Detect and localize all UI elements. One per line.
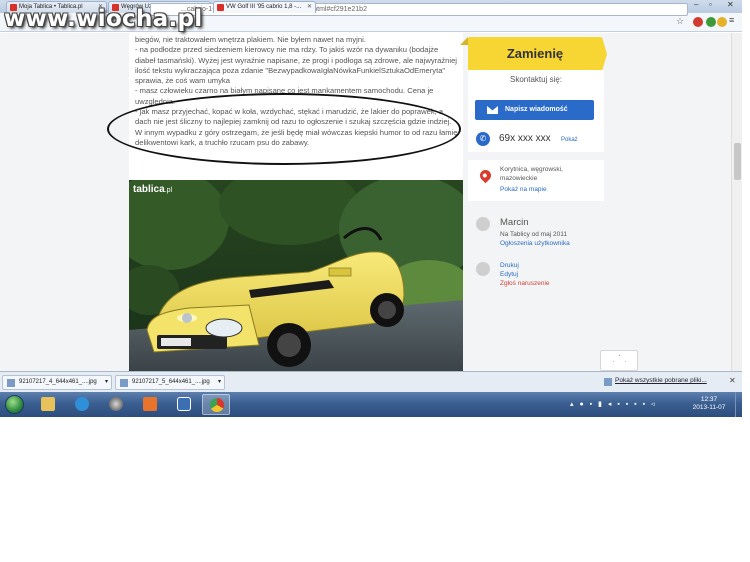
- show-desktop-button[interactable]: [735, 392, 742, 417]
- page-content: biegów, nie traktowałem wnętrza plakiem.…: [0, 33, 742, 371]
- clock-time: 12:37: [700, 396, 718, 403]
- photo-logo-suffix: .pl: [164, 187, 173, 194]
- taskbar-app[interactable]: [170, 394, 198, 415]
- contact-title: Skontaktuj się:: [509, 75, 563, 84]
- folder-icon: [41, 397, 55, 411]
- close-icon[interactable]: ✕: [729, 376, 736, 385]
- user-since: Na Tablicy od maj 2011: [500, 231, 567, 238]
- phone-number: 69x xxx xxx: [499, 133, 551, 144]
- location-text: Korytnica, węgrowski, mazowieckie: [500, 166, 600, 183]
- close-icon[interactable]: ✕: [307, 2, 312, 13]
- taskbar-ie[interactable]: [68, 394, 96, 415]
- extension-green-icon[interactable]: [706, 17, 716, 27]
- contact-box: Skontaktuj się: Napisz wiadomość ✆ 69x x…: [468, 70, 604, 152]
- exchange-label: Zamienię: [506, 46, 564, 61]
- star-icon[interactable]: ☆: [676, 16, 684, 27]
- downloads-icon: [604, 378, 612, 386]
- scrollbar-thumb[interactable]: [734, 143, 741, 180]
- actions-box: Drukuj Edytuj Zgłoś naruszenie: [468, 260, 604, 300]
- show-phone-link[interactable]: Pokaż: [561, 137, 578, 143]
- vertical-scrollbar[interactable]: [731, 33, 742, 371]
- chevron-down-icon[interactable]: ▾: [218, 376, 221, 389]
- taskbar-explorer[interactable]: [34, 394, 62, 415]
- user-ads-link[interactable]: Ogłoszenia użytkownika: [500, 240, 570, 247]
- downloads-bar: 92107217_4_644x461_....jpg ▾ 92107217_5_…: [0, 371, 742, 392]
- user-box: Marcin Na Tablicy od maj 2011 Ogłoszenia…: [468, 209, 604, 259]
- download-filename: 92107217_5_644x461_....jpg: [132, 379, 210, 385]
- envelope-icon: [487, 106, 498, 114]
- user-name: Marcin: [500, 217, 529, 228]
- location-line: mazowieckie: [500, 174, 538, 182]
- scroll-to-top-button[interactable]: [600, 350, 638, 371]
- write-message-button[interactable]: Napisz wiadomość: [475, 100, 594, 120]
- photo-logo-text: tablica: [133, 184, 165, 195]
- chevron-down-icon[interactable]: ▾: [105, 376, 108, 389]
- start-button[interactable]: [5, 395, 24, 414]
- location-line: Korytnica, węgrowski,: [500, 166, 563, 173]
- download-item[interactable]: 92107217_4_644x461_....jpg ▾: [2, 375, 112, 390]
- office-icon: [143, 397, 157, 411]
- tablica-favicon-icon: [217, 4, 224, 11]
- phone-icon: ✆: [476, 132, 490, 146]
- extension-stop-icon[interactable]: [693, 17, 703, 27]
- taskbar-media[interactable]: [102, 394, 130, 415]
- location-box: Korytnica, węgrowski, mazowieckie Pokaż …: [468, 160, 604, 201]
- extension-yellow-icon[interactable]: [717, 17, 727, 27]
- write-message-label: Napisz wiadomość: [505, 106, 568, 113]
- internet-explorer-icon: [75, 397, 89, 411]
- menu-icon[interactable]: ≡: [729, 15, 734, 25]
- show-all-downloads-link[interactable]: Pokaż wszystkie pobrane pliki...: [615, 377, 707, 384]
- clock[interactable]: 12:37 2013-11-07: [690, 396, 728, 412]
- highlight-oval: [107, 93, 461, 165]
- report-link[interactable]: Zgłoś naruszenie: [500, 280, 550, 287]
- download-item[interactable]: 92107217_5_644x461_....jpg ▾: [115, 375, 225, 390]
- watermark: www.wiocha.pl: [4, 6, 203, 32]
- app-icon: [177, 397, 191, 411]
- media-player-icon: [109, 397, 123, 411]
- file-icon: [7, 379, 15, 387]
- car-photo: [129, 180, 463, 371]
- listing-photo[interactable]: tablica.pl: [129, 180, 463, 371]
- taskbar: ▴ ● ▪ ▮ ◂ ▪ ▪ ▪ ▪ ◃ 12:37 2013-11-07: [0, 392, 742, 417]
- file-icon: [120, 379, 128, 387]
- map-pin-icon: [477, 167, 494, 184]
- print-link[interactable]: Drukuj: [500, 262, 519, 269]
- clock-date: 2013-11-07: [692, 404, 726, 411]
- description-line: - na podłodze przed siedzeniem kierowcy …: [135, 45, 457, 86]
- taskbar-office[interactable]: [136, 394, 164, 415]
- maximize-icon[interactable]: ▫: [709, 0, 712, 9]
- minimize-icon[interactable]: –: [694, 0, 698, 9]
- seller-sidebar: Zamienię Skontaktuj się: Napisz wiadomoś…: [460, 33, 607, 371]
- arrow-up-icon: [613, 355, 626, 367]
- tab-vw-golf[interactable]: VW Golf III '95 cabrio 1,8 -... ✕: [213, 1, 316, 13]
- print-icon: [476, 262, 490, 276]
- chrome-icon: [210, 398, 224, 412]
- screen: www.wiocha.pl Moja Tablica • Tablica.pl …: [0, 0, 750, 562]
- download-filename: 92107217_4_644x461_....jpg: [19, 379, 97, 385]
- exchange-button[interactable]: Zamienię: [460, 37, 607, 71]
- show-on-map-link[interactable]: Pokaż na mapie: [500, 186, 547, 193]
- tab-label: VW Golf III '95 cabrio 1,8 -...: [226, 4, 302, 10]
- description-line: biegów, nie traktowałem wnętrza plakiem.…: [135, 35, 366, 44]
- system-tray-icons[interactable]: ▴ ● ▪ ▮ ◂ ▪ ▪ ▪ ▪ ◃: [570, 400, 657, 408]
- edit-link[interactable]: Edytuj: [500, 271, 518, 278]
- avatar: [476, 217, 490, 231]
- close-window-icon[interactable]: ✕: [727, 0, 734, 9]
- taskbar-chrome[interactable]: [202, 394, 230, 415]
- tablica-watermark-logo: tablica.pl: [133, 184, 172, 195]
